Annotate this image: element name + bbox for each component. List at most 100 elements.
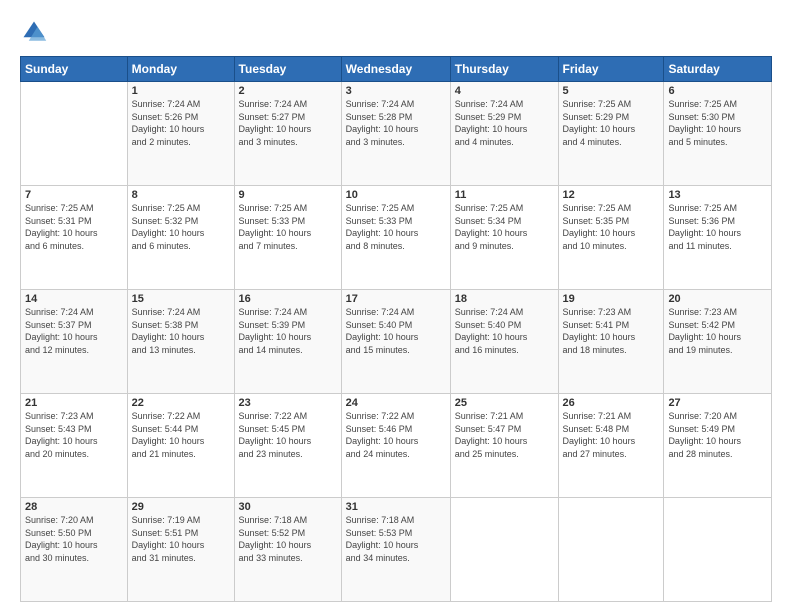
day-cell: 7Sunrise: 7:25 AM Sunset: 5:31 PM Daylig… xyxy=(21,186,128,290)
day-number: 20 xyxy=(668,293,767,305)
day-info: Sunrise: 7:23 AM Sunset: 5:42 PM Dayligh… xyxy=(668,306,767,356)
week-row-4: 21Sunrise: 7:23 AM Sunset: 5:43 PM Dayli… xyxy=(21,394,772,498)
day-number: 1 xyxy=(132,85,230,97)
day-cell: 1Sunrise: 7:24 AM Sunset: 5:26 PM Daylig… xyxy=(127,82,234,186)
day-info: Sunrise: 7:25 AM Sunset: 5:29 PM Dayligh… xyxy=(563,98,660,148)
day-cell: 11Sunrise: 7:25 AM Sunset: 5:34 PM Dayli… xyxy=(450,186,558,290)
day-cell: 6Sunrise: 7:25 AM Sunset: 5:30 PM Daylig… xyxy=(664,82,772,186)
day-cell: 28Sunrise: 7:20 AM Sunset: 5:50 PM Dayli… xyxy=(21,498,128,602)
day-number: 15 xyxy=(132,293,230,305)
day-number: 5 xyxy=(563,85,660,97)
day-number: 25 xyxy=(455,397,554,409)
day-cell: 24Sunrise: 7:22 AM Sunset: 5:46 PM Dayli… xyxy=(341,394,450,498)
day-info: Sunrise: 7:22 AM Sunset: 5:44 PM Dayligh… xyxy=(132,410,230,460)
day-number: 24 xyxy=(346,397,446,409)
day-info: Sunrise: 7:25 AM Sunset: 5:34 PM Dayligh… xyxy=(455,202,554,252)
day-info: Sunrise: 7:21 AM Sunset: 5:47 PM Dayligh… xyxy=(455,410,554,460)
day-number: 2 xyxy=(239,85,337,97)
header-cell-monday: Monday xyxy=(127,57,234,82)
day-cell: 27Sunrise: 7:20 AM Sunset: 5:49 PM Dayli… xyxy=(664,394,772,498)
day-cell: 5Sunrise: 7:25 AM Sunset: 5:29 PM Daylig… xyxy=(558,82,664,186)
day-info: Sunrise: 7:24 AM Sunset: 5:40 PM Dayligh… xyxy=(455,306,554,356)
day-cell xyxy=(450,498,558,602)
day-cell: 8Sunrise: 7:25 AM Sunset: 5:32 PM Daylig… xyxy=(127,186,234,290)
header xyxy=(20,18,772,46)
day-info: Sunrise: 7:23 AM Sunset: 5:43 PM Dayligh… xyxy=(25,410,123,460)
day-number: 12 xyxy=(563,189,660,201)
day-number: 10 xyxy=(346,189,446,201)
day-cell: 9Sunrise: 7:25 AM Sunset: 5:33 PM Daylig… xyxy=(234,186,341,290)
day-info: Sunrise: 7:22 AM Sunset: 5:46 PM Dayligh… xyxy=(346,410,446,460)
day-info: Sunrise: 7:25 AM Sunset: 5:36 PM Dayligh… xyxy=(668,202,767,252)
week-row-1: 1Sunrise: 7:24 AM Sunset: 5:26 PM Daylig… xyxy=(21,82,772,186)
day-cell: 2Sunrise: 7:24 AM Sunset: 5:27 PM Daylig… xyxy=(234,82,341,186)
day-cell: 13Sunrise: 7:25 AM Sunset: 5:36 PM Dayli… xyxy=(664,186,772,290)
header-cell-wednesday: Wednesday xyxy=(341,57,450,82)
day-number: 13 xyxy=(668,189,767,201)
day-info: Sunrise: 7:22 AM Sunset: 5:45 PM Dayligh… xyxy=(239,410,337,460)
week-row-3: 14Sunrise: 7:24 AM Sunset: 5:37 PM Dayli… xyxy=(21,290,772,394)
header-cell-sunday: Sunday xyxy=(21,57,128,82)
day-number: 6 xyxy=(668,85,767,97)
day-cell: 21Sunrise: 7:23 AM Sunset: 5:43 PM Dayli… xyxy=(21,394,128,498)
day-info: Sunrise: 7:24 AM Sunset: 5:39 PM Dayligh… xyxy=(239,306,337,356)
week-row-2: 7Sunrise: 7:25 AM Sunset: 5:31 PM Daylig… xyxy=(21,186,772,290)
day-info: Sunrise: 7:24 AM Sunset: 5:27 PM Dayligh… xyxy=(239,98,337,148)
day-number: 27 xyxy=(668,397,767,409)
day-number: 22 xyxy=(132,397,230,409)
day-number: 21 xyxy=(25,397,123,409)
day-number: 17 xyxy=(346,293,446,305)
day-info: Sunrise: 7:25 AM Sunset: 5:33 PM Dayligh… xyxy=(239,202,337,252)
day-number: 9 xyxy=(239,189,337,201)
day-cell: 19Sunrise: 7:23 AM Sunset: 5:41 PM Dayli… xyxy=(558,290,664,394)
day-info: Sunrise: 7:18 AM Sunset: 5:52 PM Dayligh… xyxy=(239,514,337,564)
day-number: 3 xyxy=(346,85,446,97)
day-number: 26 xyxy=(563,397,660,409)
day-cell: 23Sunrise: 7:22 AM Sunset: 5:45 PM Dayli… xyxy=(234,394,341,498)
day-info: Sunrise: 7:20 AM Sunset: 5:49 PM Dayligh… xyxy=(668,410,767,460)
week-row-5: 28Sunrise: 7:20 AM Sunset: 5:50 PM Dayli… xyxy=(21,498,772,602)
day-info: Sunrise: 7:19 AM Sunset: 5:51 PM Dayligh… xyxy=(132,514,230,564)
day-number: 29 xyxy=(132,501,230,513)
day-number: 19 xyxy=(563,293,660,305)
day-info: Sunrise: 7:25 AM Sunset: 5:35 PM Dayligh… xyxy=(563,202,660,252)
day-cell: 26Sunrise: 7:21 AM Sunset: 5:48 PM Dayli… xyxy=(558,394,664,498)
day-cell xyxy=(664,498,772,602)
day-cell: 25Sunrise: 7:21 AM Sunset: 5:47 PM Dayli… xyxy=(450,394,558,498)
day-cell: 20Sunrise: 7:23 AM Sunset: 5:42 PM Dayli… xyxy=(664,290,772,394)
day-info: Sunrise: 7:25 AM Sunset: 5:32 PM Dayligh… xyxy=(132,202,230,252)
day-cell: 12Sunrise: 7:25 AM Sunset: 5:35 PM Dayli… xyxy=(558,186,664,290)
day-number: 14 xyxy=(25,293,123,305)
day-number: 8 xyxy=(132,189,230,201)
day-cell: 18Sunrise: 7:24 AM Sunset: 5:40 PM Dayli… xyxy=(450,290,558,394)
day-number: 7 xyxy=(25,189,123,201)
day-number: 18 xyxy=(455,293,554,305)
day-info: Sunrise: 7:24 AM Sunset: 5:40 PM Dayligh… xyxy=(346,306,446,356)
day-cell: 15Sunrise: 7:24 AM Sunset: 5:38 PM Dayli… xyxy=(127,290,234,394)
day-cell: 4Sunrise: 7:24 AM Sunset: 5:29 PM Daylig… xyxy=(450,82,558,186)
day-info: Sunrise: 7:23 AM Sunset: 5:41 PM Dayligh… xyxy=(563,306,660,356)
day-info: Sunrise: 7:24 AM Sunset: 5:29 PM Dayligh… xyxy=(455,98,554,148)
day-info: Sunrise: 7:25 AM Sunset: 5:33 PM Dayligh… xyxy=(346,202,446,252)
day-info: Sunrise: 7:24 AM Sunset: 5:26 PM Dayligh… xyxy=(132,98,230,148)
day-number: 30 xyxy=(239,501,337,513)
day-cell: 14Sunrise: 7:24 AM Sunset: 5:37 PM Dayli… xyxy=(21,290,128,394)
day-cell: 17Sunrise: 7:24 AM Sunset: 5:40 PM Dayli… xyxy=(341,290,450,394)
page: SundayMondayTuesdayWednesdayThursdayFrid… xyxy=(0,0,792,612)
day-cell: 16Sunrise: 7:24 AM Sunset: 5:39 PM Dayli… xyxy=(234,290,341,394)
day-cell: 10Sunrise: 7:25 AM Sunset: 5:33 PM Dayli… xyxy=(341,186,450,290)
day-cell: 22Sunrise: 7:22 AM Sunset: 5:44 PM Dayli… xyxy=(127,394,234,498)
day-number: 16 xyxy=(239,293,337,305)
day-cell: 29Sunrise: 7:19 AM Sunset: 5:51 PM Dayli… xyxy=(127,498,234,602)
day-number: 28 xyxy=(25,501,123,513)
day-info: Sunrise: 7:20 AM Sunset: 5:50 PM Dayligh… xyxy=(25,514,123,564)
header-row: SundayMondayTuesdayWednesdayThursdayFrid… xyxy=(21,57,772,82)
day-cell xyxy=(21,82,128,186)
day-number: 4 xyxy=(455,85,554,97)
day-number: 11 xyxy=(455,189,554,201)
day-info: Sunrise: 7:18 AM Sunset: 5:53 PM Dayligh… xyxy=(346,514,446,564)
logo-icon xyxy=(20,18,48,46)
header-cell-friday: Friday xyxy=(558,57,664,82)
day-info: Sunrise: 7:24 AM Sunset: 5:37 PM Dayligh… xyxy=(25,306,123,356)
day-number: 23 xyxy=(239,397,337,409)
